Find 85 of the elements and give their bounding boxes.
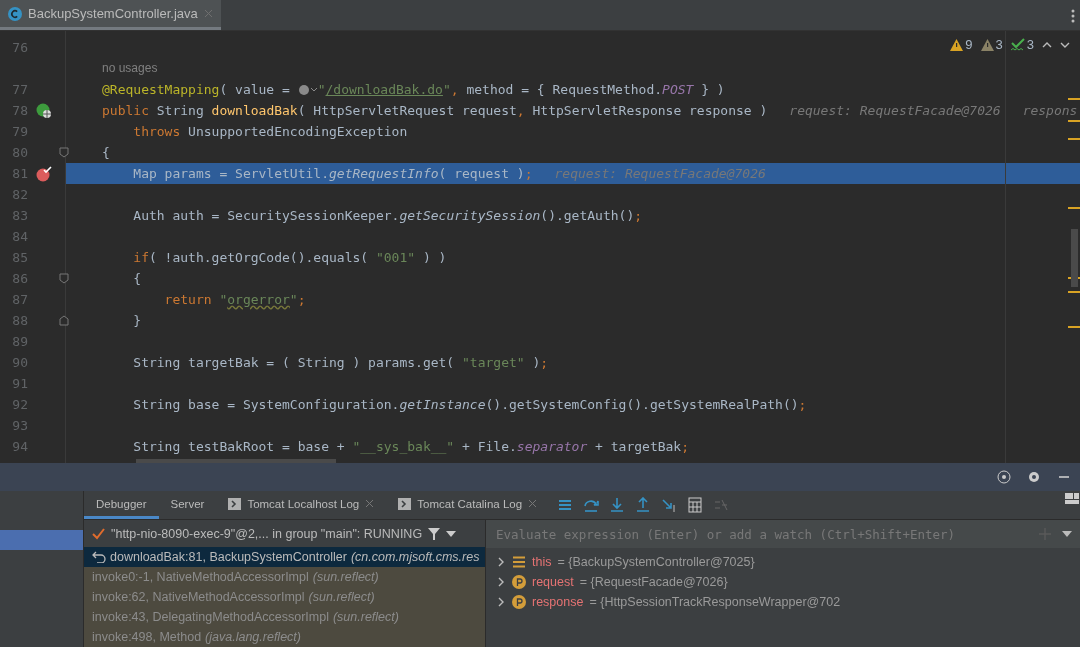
code-line: if( !auth.getOrgCode().equals( "001" ) ): [132, 250, 447, 265]
inspection-count[interactable]: 3: [1026, 37, 1034, 52]
code-line: @RequestMapping( value = "/downloadBak.do", method = { RequestMethod.POST } ): [101, 82, 725, 97]
inspection-count[interactable]: 9: [965, 37, 973, 52]
variable-name: response: [532, 595, 584, 609]
calculator-icon[interactable]: [687, 497, 704, 513]
inspection-count[interactable]: 3: [995, 37, 1003, 52]
vertical-scrollbar[interactable]: [1071, 229, 1078, 287]
inline-value-hint: request: RequestFacade@7026: [554, 166, 766, 181]
line-number: 83: [11, 208, 28, 223]
line-number: 94: [11, 439, 28, 454]
breakpoint-icon[interactable]: [36, 165, 52, 182]
return-icon: [92, 551, 106, 564]
code-line: Map params = ServletUtil.getRequestInfo( request );: [132, 166, 533, 181]
debug-tab[interactable]: Tomcat Localhost Log: [216, 491, 387, 519]
dropdown-icon[interactable]: [1062, 531, 1072, 537]
list-icon[interactable]: [557, 497, 574, 513]
line-number: 76: [11, 40, 28, 55]
settings-icon[interactable]: [1026, 469, 1042, 485]
code-line: }: [132, 313, 142, 328]
code-line: String targetBak = ( String ) params.get( "target" );: [132, 355, 549, 370]
line-number: 82: [11, 187, 28, 202]
filter-icon[interactable]: [428, 527, 441, 540]
debug-tab[interactable]: Server: [158, 491, 217, 519]
line-number: 78: [11, 103, 28, 118]
layout-icon[interactable]: [1064, 491, 1080, 507]
warning-icon: [950, 38, 964, 51]
line-number: 88: [11, 313, 28, 328]
line-number: 93: [11, 418, 28, 433]
code-line: String testBakRoot = base + "__sys_bak__" + File.separator + targetBak;: [132, 439, 690, 454]
parameter-icon: [512, 575, 526, 589]
typo-check-icon: [1010, 38, 1025, 51]
file-tab[interactable]: BackupSystemController.java: [0, 0, 221, 30]
line-number: 85: [11, 250, 28, 265]
fold-icon[interactable]: [59, 147, 69, 158]
line-number: 86: [11, 271, 28, 286]
run-to-cursor-icon[interactable]: [661, 497, 678, 513]
step-into-icon[interactable]: [609, 497, 626, 513]
web-endpoint-icon[interactable]: [36, 102, 52, 119]
inline-value-hint: respons: [1022, 103, 1078, 118]
globe-icon[interactable]: [297, 83, 318, 96]
code-line: String base = SystemConfiguration.getInstance().getSystemConfig().getSystemRealPath();: [132, 397, 807, 412]
variable-value: = {BackupSystemController@7025}: [557, 555, 755, 569]
line-number: 87: [11, 292, 28, 307]
step-over-icon[interactable]: [583, 497, 600, 513]
close-icon[interactable]: [365, 499, 375, 508]
variable-value: = {RequestFacade@7026}: [579, 575, 728, 589]
check-icon: [92, 527, 105, 540]
class-icon: [8, 6, 22, 21]
horizontal-scrollbar[interactable]: [136, 459, 336, 463]
dropdown-icon[interactable]: [446, 530, 457, 537]
line-number: 79: [11, 124, 28, 139]
line-number: 80: [11, 145, 28, 160]
line-number: 81: [11, 166, 28, 181]
console-icon: [398, 497, 412, 510]
line-number: 89: [11, 334, 28, 349]
line-number: 77: [11, 82, 28, 97]
weak-warning-icon: [980, 38, 994, 51]
variable-value: = {HttpSessionTrackResponseWrapper@702: [589, 595, 841, 609]
code-line: {: [132, 271, 142, 286]
step-out-icon[interactable]: [635, 497, 652, 513]
code-line: return "orgerror";: [163, 292, 306, 307]
code-line: Auth auth = SecuritySessionKeeper.getSecuritySession().getAuth();: [132, 208, 643, 223]
variable-name: this: [532, 555, 552, 569]
close-icon[interactable]: [528, 499, 538, 508]
stack-frame[interactable]: downloadBak:81, BackupSystemController (cn.com.mjsoft.cms.res: [84, 547, 485, 568]
code-line: throws UnsupportedEncodingException: [132, 124, 408, 139]
parameter-icon: [512, 595, 526, 609]
inline-value-hint: request: RequestFacade@7026: [789, 103, 1001, 118]
code-line: {: [101, 145, 110, 160]
debug-tab[interactable]: Tomcat Catalina Log: [386, 491, 550, 519]
fold-icon[interactable]: [59, 315, 69, 326]
usages-hint[interactable]: no usages: [66, 58, 158, 79]
console-icon: [228, 497, 242, 510]
fields-icon: [512, 556, 526, 568]
target-icon[interactable]: [996, 469, 1012, 485]
debug-tab[interactable]: Debugger: [84, 491, 159, 519]
thread-selector[interactable]: "http-nio-8090-exec-9"@2,... in group "main": RUNNING: [111, 526, 423, 541]
variable-name: request: [532, 575, 574, 589]
line-number: 90: [11, 355, 28, 370]
line-number: 91: [11, 376, 28, 391]
code-line: public String downloadBak( HttpServletRequest request, HttpServletResponse response ): [101, 103, 768, 118]
line-number: 84: [11, 229, 28, 244]
fold-icon[interactable]: [59, 273, 69, 284]
line-number: 92: [11, 397, 28, 412]
